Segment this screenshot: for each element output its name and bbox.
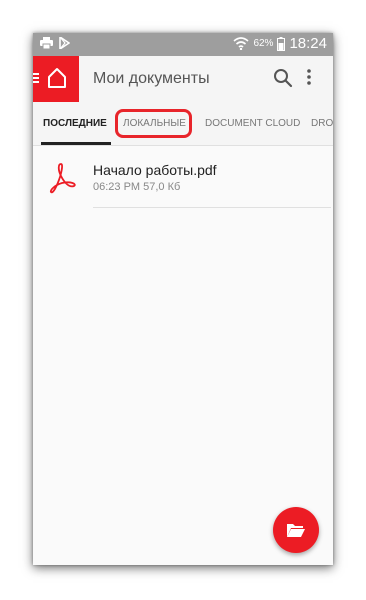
wifi-icon	[233, 37, 249, 50]
page-title: Мои документы	[93, 70, 210, 87]
folder-open-icon	[287, 524, 305, 537]
status-bar: 62% 18:24	[33, 33, 333, 56]
clock: 18:24	[289, 35, 327, 52]
more-vert-icon[interactable]	[307, 69, 311, 85]
app-bar: Мои документы	[33, 56, 333, 102]
file-meta: 06:23 PM 57,0 Кб	[93, 181, 181, 193]
open-folder-button[interactable]	[273, 507, 319, 553]
tab-local-highlight	[115, 109, 192, 138]
home-button[interactable]	[33, 56, 79, 102]
file-name: Начало работы.pdf	[93, 162, 217, 178]
battery-icon	[277, 36, 286, 51]
phone-screen: 62% 18:24 Мои документы ПОСЛЕДНИЕ ЛОКАЛЬ…	[33, 33, 333, 565]
hamburger-icon[interactable]	[33, 73, 39, 83]
search-icon[interactable]	[273, 68, 293, 88]
battery-percent: 62%	[253, 38, 274, 49]
pdf-icon	[50, 163, 76, 194]
tab-recent[interactable]: ПОСЛЕДНИЕ	[41, 102, 111, 145]
tab-document-cloud[interactable]: DOCUMENT CLOUD	[205, 102, 300, 145]
home-icon	[48, 68, 66, 88]
divider	[93, 207, 331, 208]
tab-dropbox[interactable]: DROI	[311, 102, 333, 145]
play-store-icon	[59, 37, 70, 49]
list-item[interactable]: Начало работы.pdf 06:23 PM 57,0 Кб	[33, 150, 333, 208]
printer-icon	[40, 37, 53, 49]
